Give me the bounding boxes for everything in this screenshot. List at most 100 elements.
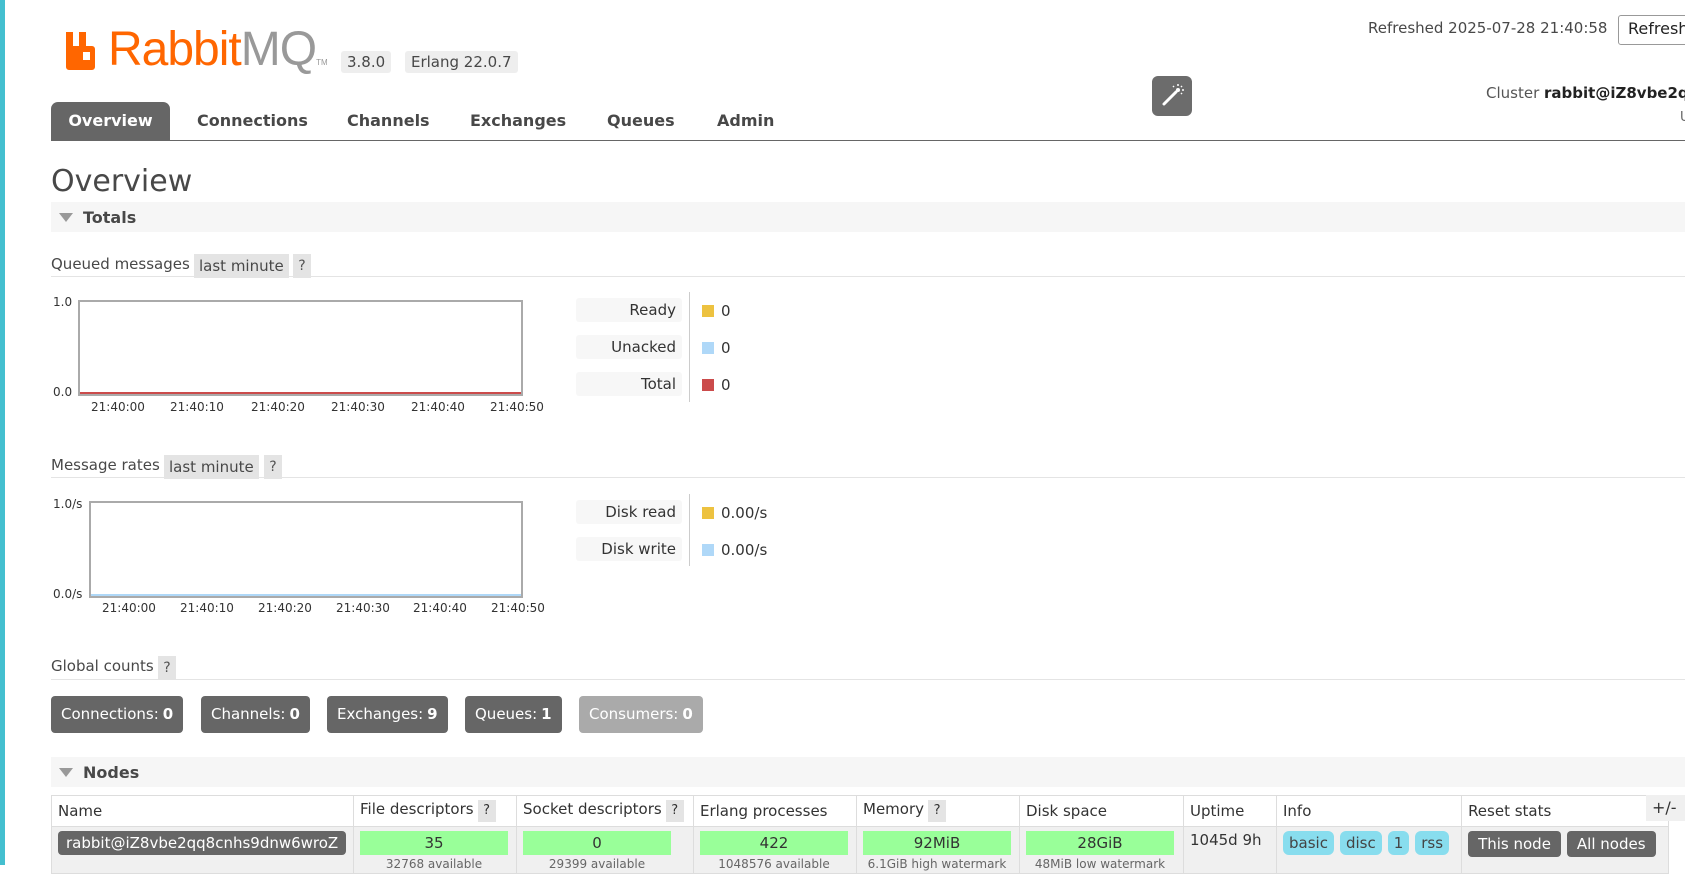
channels-count-button[interactable]: Channels: 0: [201, 696, 310, 733]
consumers-count-button[interactable]: Consumers: 0: [579, 696, 703, 733]
file-descriptors-cell: 35 32768 available: [353, 826, 517, 874]
node-name-cell: rabbit@iZ8vbe2qq8cnhs9dnw6wroZ: [51, 826, 354, 874]
legend-disk-read-label: Disk read: [576, 500, 682, 524]
info-cell: basic disc 1 rss: [1275, 826, 1463, 874]
totals-title: Totals: [83, 208, 137, 227]
total-swatch: [702, 379, 714, 391]
col-name: Name: [51, 795, 354, 827]
legend-disk-write-label: Disk write: [576, 537, 682, 561]
exchanges-count-button[interactable]: Exchanges: 9: [327, 696, 448, 733]
queued-range-select[interactable]: last minute: [194, 254, 289, 278]
y-tick-label: 0.0: [53, 385, 73, 399]
help-button[interactable]: ?: [665, 800, 684, 822]
col-memory: Memory?: [856, 795, 1020, 827]
x-tick-label: 21:40:50: [490, 400, 544, 414]
x-tick-label: 21:40:40: [411, 400, 465, 414]
column-header: Socket descriptors: [523, 800, 662, 818]
col-disk-space: Disk space: [1019, 795, 1184, 827]
col-file-descriptors: File descriptors?: [353, 795, 517, 827]
totals-section-header[interactable]: Totals: [51, 202, 1685, 232]
cluster-name: rabbit@iZ8vbe2q: [1544, 84, 1685, 102]
x-tick-label: 21:40:00: [102, 601, 156, 615]
column-header: Name: [58, 802, 103, 820]
nodes-section-header[interactable]: Nodes: [51, 757, 1685, 787]
erlang-processes-cell: 422 1048576 available: [693, 826, 857, 874]
tab-underline: [51, 140, 1685, 141]
x-tick-label: 21:40:00: [91, 400, 145, 414]
tab-channels[interactable]: Channels: [347, 102, 430, 141]
memory-cell: 92MiB 6.1GiB high watermark: [856, 826, 1020, 874]
memory-bar: 92MiB: [863, 831, 1011, 855]
tab-exchanges[interactable]: Exchanges: [470, 102, 566, 141]
table-row: rabbit@iZ8vbe2qq8cnhs9dnw6wroZ 35 32768 …: [51, 826, 1669, 874]
erlang-processes-available: 1048576 available: [718, 857, 830, 871]
disk-watermark: 48MiB low watermark: [1034, 857, 1166, 871]
help-button[interactable]: ?: [928, 800, 947, 822]
col-uptime: Uptime: [1183, 795, 1277, 827]
rates-help-button[interactable]: ?: [264, 455, 282, 479]
collapse-triangle-icon: [59, 768, 73, 777]
divider: [51, 477, 1685, 478]
connections-count-button[interactable]: Connections: 0: [51, 696, 184, 733]
erlang-version-badge: Erlang 22.0.7: [405, 51, 518, 73]
col-socket-descriptors: Socket descriptors?: [516, 795, 694, 827]
tab-admin[interactable]: Admin: [717, 102, 774, 141]
x-tick-label: 21:40:20: [258, 601, 312, 615]
nodes-table: Name File descriptors? Socket descriptor…: [51, 795, 1669, 874]
rates-range-select[interactable]: last minute: [164, 455, 259, 479]
logo-wordmark: RabbitMQTM: [108, 22, 328, 77]
erlang-processes-bar: 422: [700, 831, 848, 855]
logo-text-rabbit: Rabbit: [108, 23, 242, 76]
reset-this-node-button[interactable]: This node: [1468, 831, 1561, 857]
file-descriptors-available: 32768 available: [385, 857, 483, 871]
user-info-stub: U: [1680, 110, 1685, 125]
uptime-cell: 1045d 9h: [1183, 826, 1277, 874]
column-toggle-button[interactable]: +/-: [1646, 795, 1685, 821]
window-edge: [0, 0, 5, 865]
y-tick-label: 1.0/s: [53, 497, 83, 511]
rabbitmq-logo-icon: [66, 32, 95, 70]
legend-ready-label: Ready: [576, 298, 682, 322]
info-badge-disc: disc: [1339, 831, 1382, 855]
queued-messages-label: Queued messages: [51, 255, 190, 273]
y-tick-label: 1.0: [53, 295, 73, 309]
total-value: 0: [721, 376, 731, 394]
x-tick-label: 21:40:40: [413, 601, 467, 615]
queues-count-button[interactable]: Queues: 1: [465, 696, 562, 733]
tab-queues[interactable]: Queues: [607, 102, 675, 141]
legend-divider: [689, 494, 690, 566]
disk-space-bar: 28GiB: [1026, 831, 1174, 855]
queued-help-button[interactable]: ?: [293, 254, 311, 278]
message-rates-chart: [89, 501, 523, 598]
reset-stats-cell: This node All nodes: [1461, 826, 1669, 874]
count-value: 0: [289, 705, 300, 723]
divider: [51, 276, 1685, 277]
file-descriptors-bar: 35: [360, 831, 508, 855]
disk-read-swatch: [702, 507, 714, 519]
column-header: Reset stats: [1468, 802, 1552, 820]
divider: [51, 679, 1685, 680]
tab-connections[interactable]: Connections: [197, 102, 308, 141]
ready-value: 0: [721, 302, 731, 320]
node-name-link[interactable]: rabbit@iZ8vbe2qq8cnhs9dnw6wroZ: [58, 831, 347, 855]
col-info: Info: [1275, 795, 1463, 827]
rabbitmq-logo[interactable]: RabbitMQTM: [64, 23, 328, 76]
column-header: Disk space: [1026, 802, 1107, 820]
message-rates-label: Message rates: [51, 456, 160, 474]
col-reset-stats: Reset stats: [1461, 795, 1669, 827]
count-label: Exchanges:: [337, 705, 424, 723]
help-button[interactable]: ?: [477, 800, 496, 822]
collapse-triangle-icon: [59, 213, 73, 222]
col-erlang-processes: Erlang processes: [693, 795, 857, 827]
count-label: Connections:: [61, 705, 159, 723]
theme-toggle-button[interactable]: [1152, 76, 1192, 116]
column-header: Uptime: [1190, 802, 1245, 820]
legend-unacked-label: Unacked: [576, 335, 682, 359]
x-tick-label: 21:40:50: [491, 601, 545, 615]
tab-overview[interactable]: Overview: [51, 102, 170, 141]
global-counts-help-button[interactable]: ?: [158, 656, 176, 680]
reset-all-nodes-button[interactable]: All nodes: [1566, 831, 1656, 857]
refreshed-timestamp: Refreshed 2025-07-28 21:40:58: [1368, 19, 1608, 37]
unacked-value: 0: [721, 339, 731, 357]
refresh-button[interactable]: Refresh: [1618, 15, 1685, 45]
